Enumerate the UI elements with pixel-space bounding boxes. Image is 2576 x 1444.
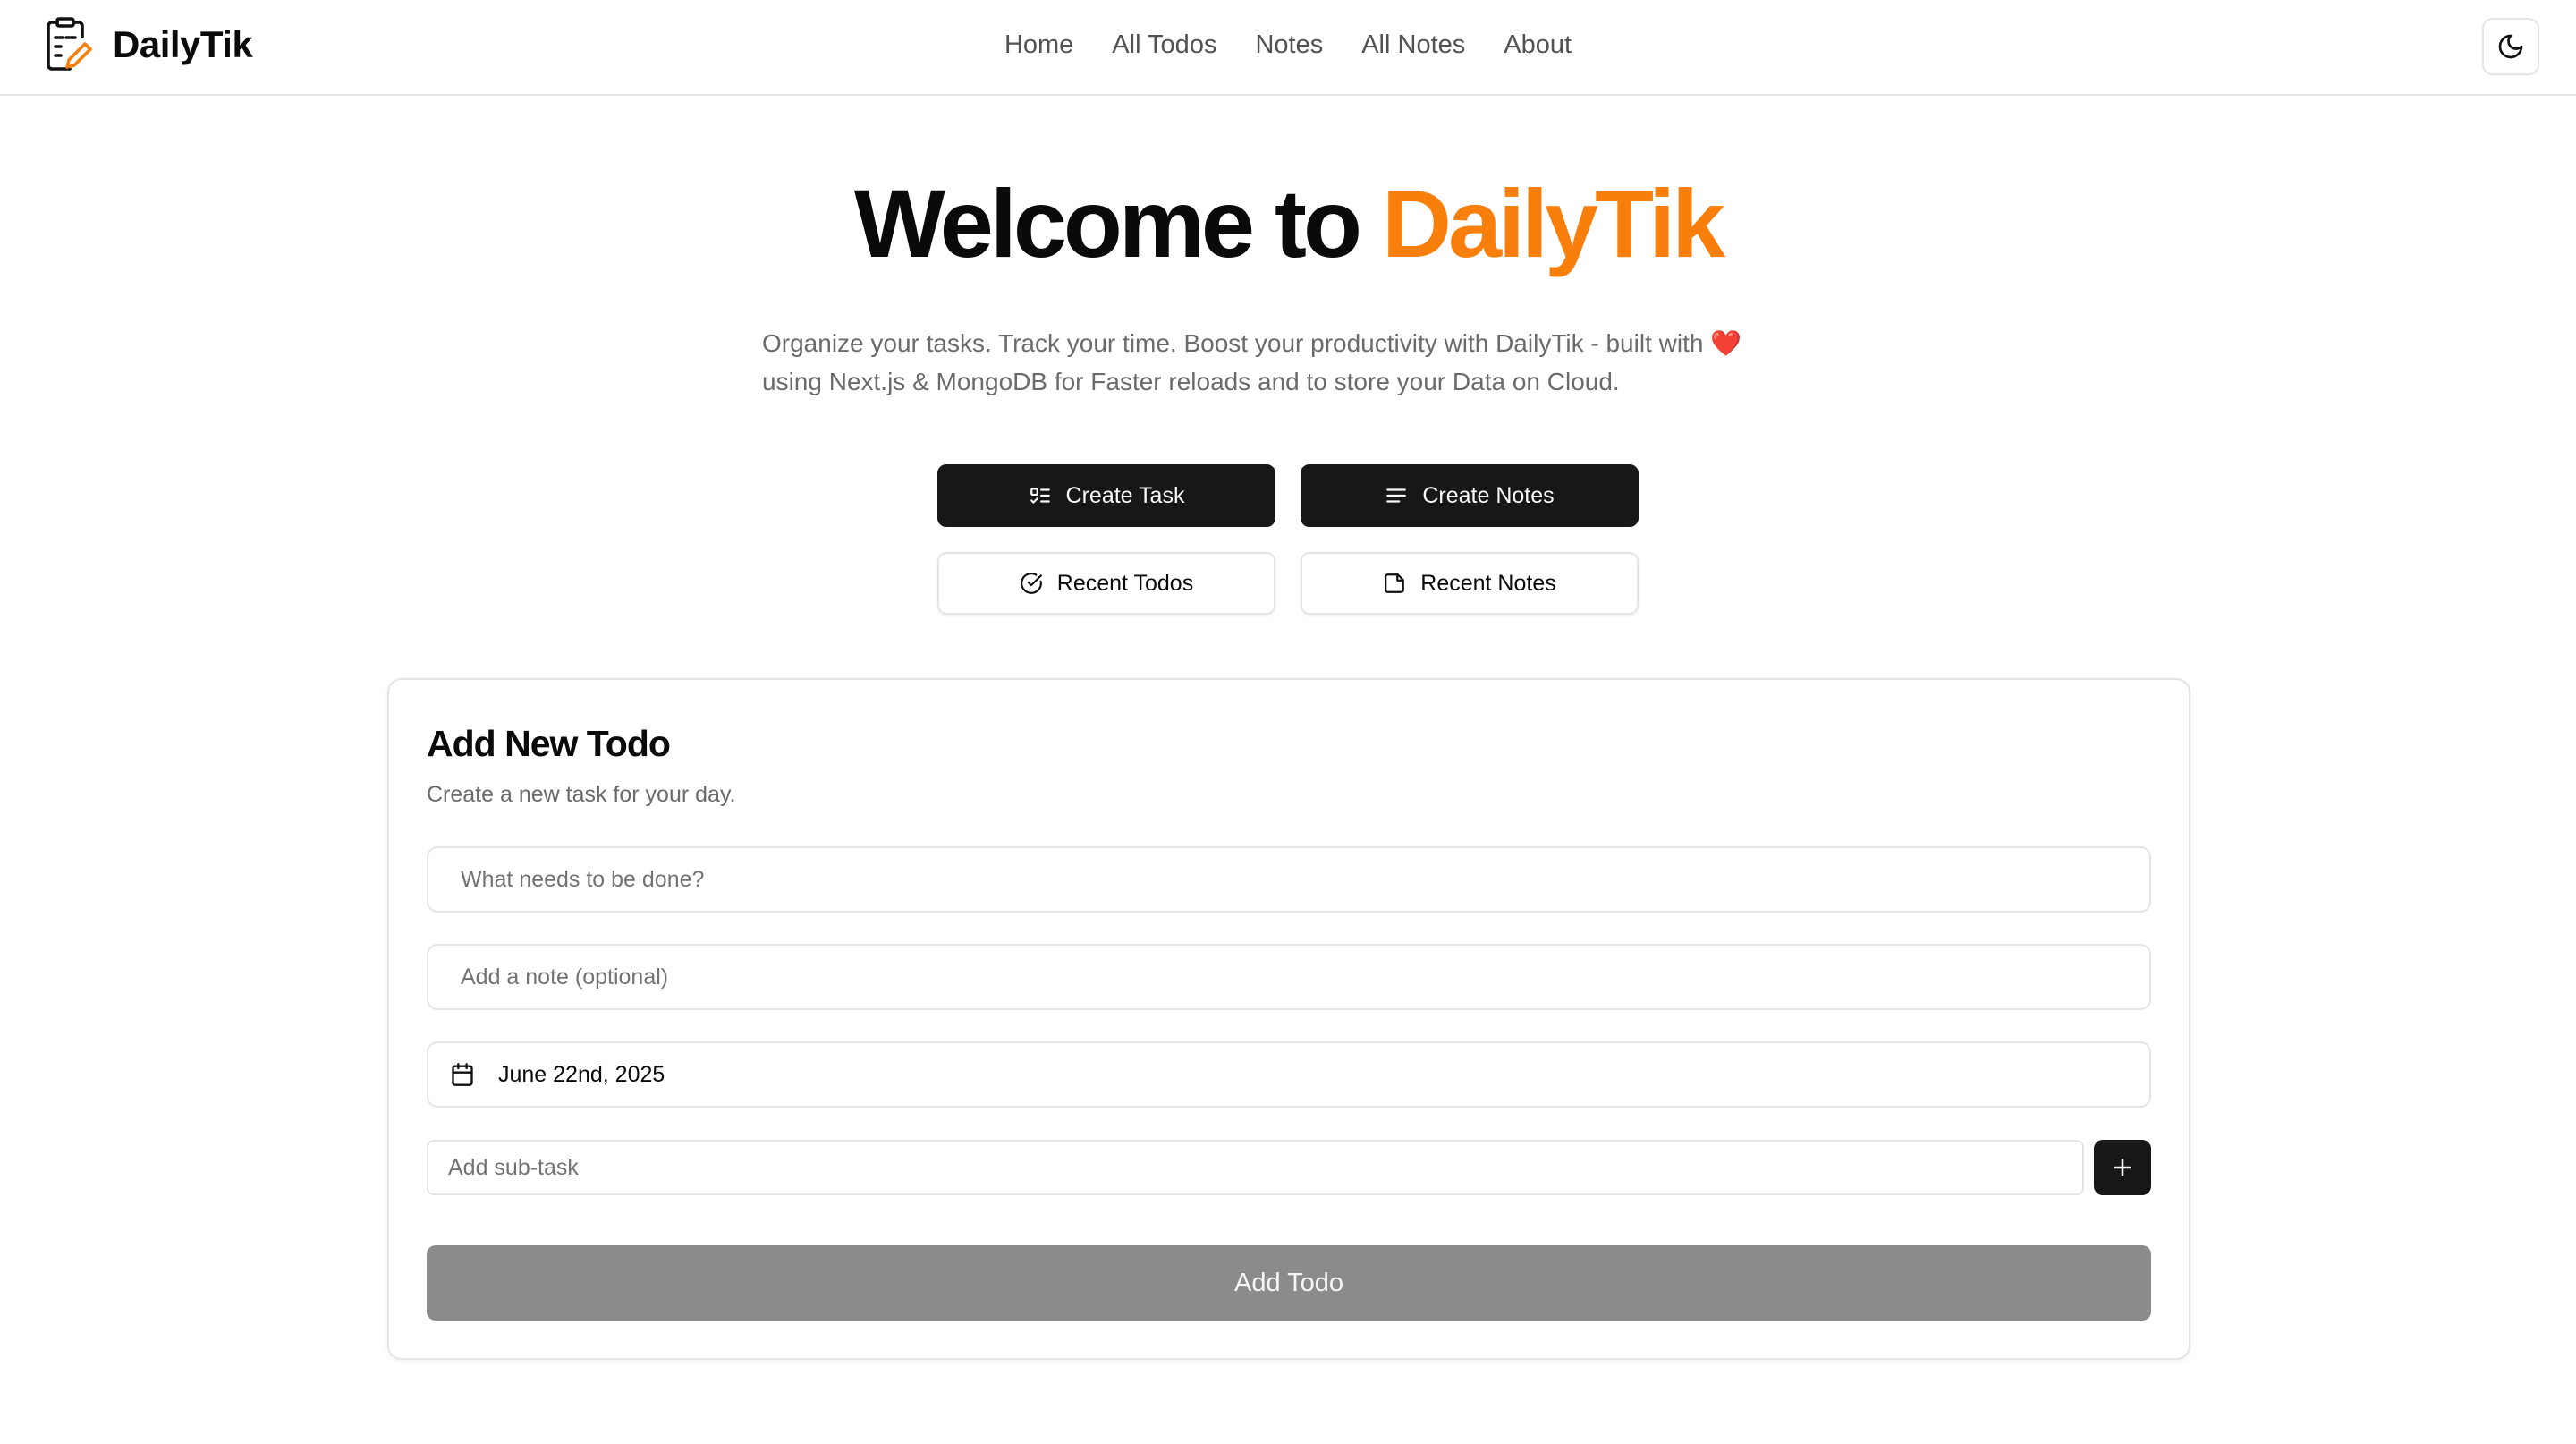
heart-icon: ❤️ <box>1710 329 1742 357</box>
calendar-icon <box>452 1063 473 1086</box>
hero-subtitle-line2: using Next.js & MongoDB for Faster reloa… <box>762 368 1620 395</box>
plus-icon <box>2114 1159 2131 1176</box>
sticky-note-icon <box>1385 573 1405 593</box>
create-task-button[interactable]: Create Task <box>937 464 1275 527</box>
hero-subtitle-line1: Organize your tasks. Track your time. Bo… <box>762 329 1711 357</box>
nav-link-notes[interactable]: Notes <box>1255 27 1323 63</box>
date-value: June 22nd, 2025 <box>498 1061 665 1087</box>
nav-link-all-notes[interactable]: All Notes <box>1361 27 1465 63</box>
brand[interactable]: DailyTik <box>41 16 253 73</box>
card-title: Add New Todo <box>427 723 671 764</box>
add-todo-card: Add New Todo Create a new task for your … <box>387 678 2190 1360</box>
hero-subtitle: Organize your tasks. Track your time. Bo… <box>762 324 1818 401</box>
top-navbar: DailyTik Home All Todos Notes All Notes … <box>0 0 2576 96</box>
nav-link-home[interactable]: Home <box>1004 27 1073 63</box>
list-todo-icon <box>1030 488 1050 504</box>
recent-notes-button[interactable]: Recent Notes <box>1301 552 1639 615</box>
hero-title-accent: DailyTik <box>1381 169 1725 277</box>
recent-notes-label: Recent Notes <box>1420 570 1556 596</box>
theme-toggle-button[interactable] <box>2482 18 2539 75</box>
circle-check-icon <box>1020 573 1042 594</box>
clipboard-edit-icon <box>47 17 92 71</box>
add-subtask-button[interactable] <box>2094 1140 2151 1195</box>
nav-link-all-todos[interactable]: All Todos <box>1112 27 1216 63</box>
moon-icon <box>2498 34 2523 59</box>
task-title-input[interactable] <box>461 848 2149 911</box>
recent-todos-button[interactable]: Recent Todos <box>937 552 1275 615</box>
recent-todos-label: Recent Todos <box>1056 570 1194 596</box>
task-note-field <box>427 944 2151 1010</box>
date-picker-button[interactable]: June 22nd, 2025 <box>427 1041 2151 1108</box>
task-note-input[interactable] <box>461 946 2149 1008</box>
hero-title-prefix: Welcome to <box>853 169 1382 277</box>
hero-title: Welcome to DailyTik <box>0 166 2576 282</box>
subtask-input[interactable] <box>448 1142 2082 1193</box>
main-nav: Home All Todos Notes All Notes About <box>0 27 2576 63</box>
create-notes-button[interactable]: Create Notes <box>1301 464 1639 527</box>
add-todo-button[interactable]: Add Todo <box>427 1245 2151 1321</box>
create-task-label: Create Task <box>1065 482 1185 508</box>
card-description: Create a new task for your day. <box>427 782 736 807</box>
text-lines-icon <box>1386 488 1407 503</box>
create-notes-label: Create Notes <box>1422 482 1555 508</box>
nav-link-about[interactable]: About <box>1504 27 1572 63</box>
subtask-field <box>427 1140 2084 1195</box>
brand-name: DailyTik <box>113 23 253 65</box>
task-title-field <box>427 846 2151 913</box>
